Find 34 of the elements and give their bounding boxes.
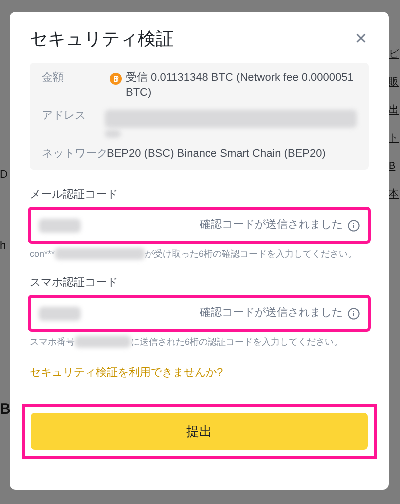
hint-text: に送信された6桁の認証コードを入力してください。: [131, 336, 344, 348]
background-text: B: [0, 402, 10, 417]
code-sent-status: 確認コードが送信されました: [200, 306, 343, 322]
background-text: 出: [389, 106, 400, 116]
background-text: h: [0, 241, 8, 252]
dialog-title: セキュリティ検証: [30, 28, 174, 50]
background-text: B: [389, 162, 397, 172]
detail-value: BEP20 (BSC) Binance Smart Chain (BEP20): [107, 147, 326, 162]
field-label: メール認証コード: [30, 188, 119, 202]
background-text: ト: [389, 134, 400, 144]
help-link[interactable]: セキュリティ検証を利用できませんか?: [30, 366, 224, 380]
code-input-field[interactable]: 確認コードが送信されました: [28, 207, 371, 244]
coin-icon: [110, 73, 122, 85]
background-text: 本: [389, 190, 400, 200]
detail-label: アドレス: [42, 109, 87, 124]
background-text: ビ: [389, 50, 400, 60]
background-text: D: [0, 170, 9, 181]
detail-value: 受信 0.01131348 BTC (Network fee 0.0000051 BTC): [126, 71, 355, 101]
redacted-blur: [39, 306, 81, 320]
detail-label: 金額: [42, 71, 65, 86]
close-button[interactable]: ×: [355, 29, 367, 49]
hint-text: スマホ番号: [30, 336, 75, 348]
submit-button[interactable]: 提出: [31, 413, 368, 450]
background-text: 販: [389, 78, 400, 88]
code-input-field[interactable]: 確認コードが送信されました: [28, 295, 371, 332]
redacted-blur: [105, 130, 121, 138]
hint-text: con***: [30, 248, 56, 260]
field-label: スマホ認証コード: [30, 276, 119, 290]
info-icon: [348, 308, 360, 320]
redacted-blur: [75, 336, 131, 348]
code-sent-status: 確認コードが送信されました: [200, 218, 343, 234]
redacted-blur: [39, 218, 81, 232]
hint-text: が受け取った6桁の確認コードを入力してください。: [145, 248, 358, 260]
info-icon: [348, 220, 360, 232]
